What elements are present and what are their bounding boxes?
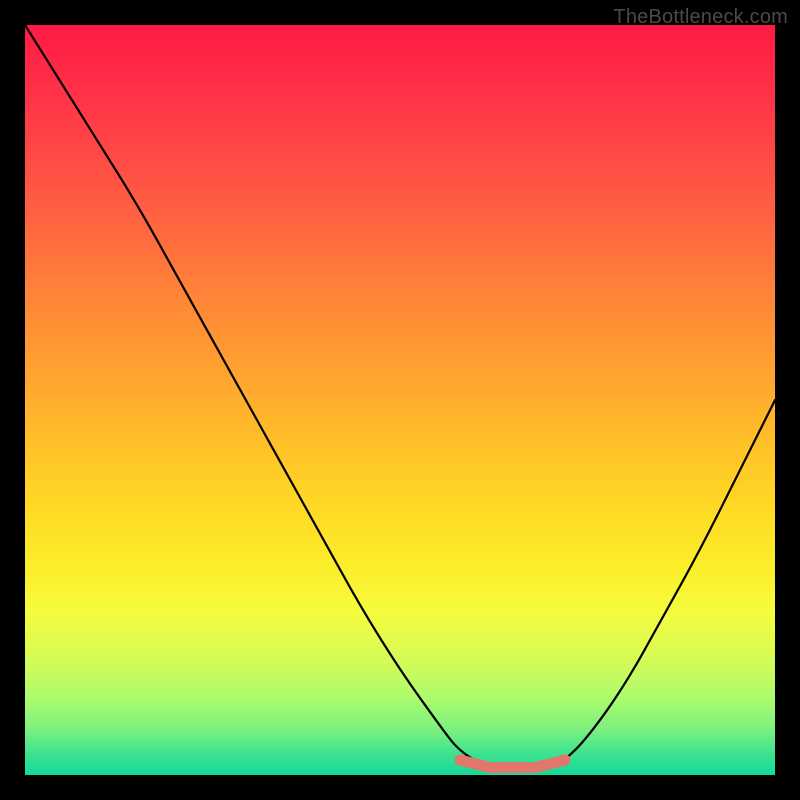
bottleneck-curve-line (25, 25, 775, 768)
chart-svg (25, 25, 775, 775)
optimal-band-line (460, 760, 565, 768)
chart-plot-area (25, 25, 775, 775)
watermark-text: TheBottleneck.com (613, 6, 788, 29)
